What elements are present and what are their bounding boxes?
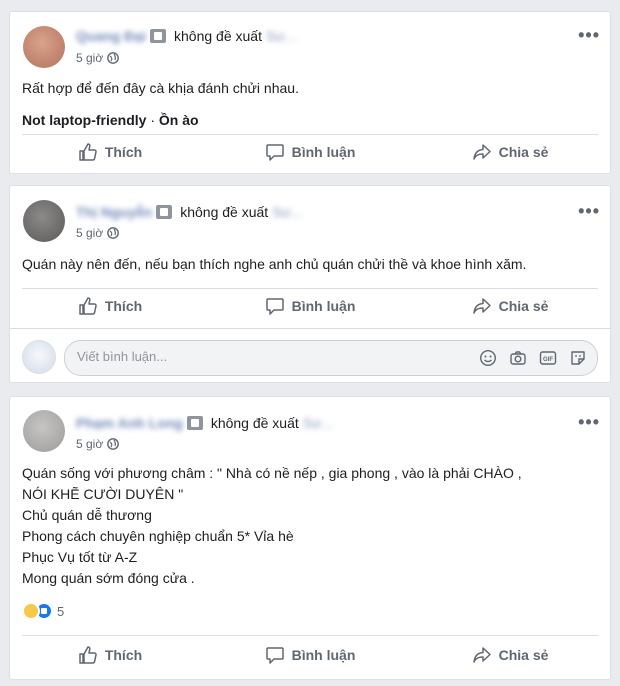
reaction-count: 5 <box>57 603 65 619</box>
globe-icon <box>107 438 120 450</box>
post-time[interactable]: 5 giờ <box>76 226 103 240</box>
post-text-line: Chủ quán dễ thương <box>22 507 152 523</box>
share-icon <box>472 298 491 314</box>
sticker-icon[interactable] <box>569 349 587 367</box>
page-name[interactable]: Sư... <box>266 28 296 44</box>
author-avatar[interactable] <box>23 26 65 68</box>
comment-button[interactable]: Bình luận <box>210 290 410 322</box>
post-card-2: Thị Nguyễn không đề xuất Sư... 5 giờ •••… <box>9 185 611 383</box>
post-text-line: Quán sống với phương châm : " Nhà có nề … <box>22 465 522 481</box>
page-name[interactable]: Sư... <box>272 204 302 220</box>
tag-separator: · <box>146 112 159 128</box>
more-options-icon[interactable]: ••• <box>578 26 600 44</box>
post-text: Quán này nên đến, nếu bạn thích nghe anh… <box>22 256 527 272</box>
post-time[interactable]: 5 giờ <box>76 437 103 451</box>
more-options-icon[interactable]: ••• <box>578 413 600 431</box>
divider <box>22 288 598 289</box>
haha-reaction-icon <box>22 602 40 620</box>
post-actions: Thích Bình luận Chia sẻ <box>10 290 610 322</box>
comment-placeholder: Viết bình luận... <box>77 349 168 364</box>
review-badge-icon <box>186 416 203 430</box>
like-label: Thích <box>104 647 143 663</box>
comment-icon <box>265 298 284 315</box>
emoji-icon[interactable] <box>479 349 497 367</box>
review-tags: Not laptop-friendly · Ồn ào <box>22 112 199 128</box>
like-button[interactable]: Thích <box>10 136 210 168</box>
author-avatar[interactable] <box>23 200 65 242</box>
reaction-summary[interactable]: 5 <box>22 602 64 620</box>
comment-label: Bình luận <box>291 647 356 663</box>
post-text-line: NÓI KHẼ CƯỜI DUYÊN " <box>22 486 184 502</box>
share-button[interactable]: Chia sẻ <box>410 136 610 168</box>
share-icon <box>472 144 491 160</box>
author-name[interactable]: Thị Nguyễn <box>76 204 152 220</box>
recommend-status: không đề xuất <box>180 204 269 220</box>
post-text-line: Phong cách chuyên nghiệp chuẩn 5* Vỉa hè <box>22 528 294 544</box>
like-button[interactable]: Thích <box>10 639 210 671</box>
post-time[interactable]: 5 giờ <box>76 51 103 65</box>
author-name[interactable]: Phạm Anh Long <box>76 415 183 431</box>
share-label: Chia sẻ <box>498 647 549 663</box>
divider <box>22 134 598 135</box>
divider <box>10 328 610 329</box>
svg-text:GIF: GIF <box>543 357 553 363</box>
author-avatar[interactable] <box>23 410 65 452</box>
recommend-status: không đề xuất <box>210 415 299 431</box>
current-user-avatar[interactable] <box>22 340 56 374</box>
divider <box>22 635 598 636</box>
share-label: Chia sẻ <box>498 298 549 314</box>
recommend-status: không đề xuất <box>174 28 262 44</box>
post-text: Rất hợp để đến đây cà khịa đánh chửi nha… <box>22 80 299 96</box>
thumbs-up-icon <box>79 646 97 664</box>
post-text-line: Phục Vụ tốt từ A-Z <box>22 549 138 565</box>
share-label: Chia sẻ <box>498 144 549 160</box>
comment-icon <box>265 144 284 161</box>
thumbs-up-icon <box>79 297 97 315</box>
comment-button[interactable]: Bình luận <box>210 136 410 168</box>
post-actions: Thích Bình luận Chia sẻ <box>10 136 610 168</box>
gif-icon[interactable]: GIF <box>539 349 557 367</box>
globe-icon <box>107 52 120 64</box>
review-badge-icon <box>150 29 167 43</box>
post-text-line: Mong quán sớm đóng cửa . <box>22 570 195 586</box>
page-name[interactable]: Sư... <box>303 415 333 431</box>
globe-icon <box>107 227 120 239</box>
post-card-1: Quang Đại không đề xuất Sư... 5 giờ ••• … <box>9 11 611 174</box>
comment-icon <box>265 647 284 664</box>
tag-noisy: Ồn ào <box>158 112 199 128</box>
author-name[interactable]: Quang Đại <box>76 28 146 44</box>
camera-icon[interactable] <box>509 349 527 367</box>
like-label: Thích <box>104 298 143 314</box>
post-card-3: Phạm Anh Long không đề xuất Sư... 5 giờ … <box>9 396 611 680</box>
like-label: Thích <box>104 144 143 160</box>
post-actions: Thích Bình luận Chia sẻ <box>10 639 610 671</box>
share-button[interactable]: Chia sẻ <box>410 639 610 671</box>
share-icon <box>472 647 491 663</box>
tag-not-laptop-friendly: Not laptop-friendly <box>22 112 147 128</box>
thumbs-up-icon <box>79 143 97 161</box>
review-badge-icon <box>156 205 173 219</box>
comment-label: Bình luận <box>291 298 356 314</box>
comment-label: Bình luận <box>291 144 356 160</box>
comment-button[interactable]: Bình luận <box>210 639 410 671</box>
like-button[interactable]: Thích <box>10 290 210 322</box>
comment-input[interactable]: Viết bình luận... GIF <box>64 340 598 376</box>
share-button[interactable]: Chia sẻ <box>410 290 610 322</box>
more-options-icon[interactable]: ••• <box>578 202 600 220</box>
